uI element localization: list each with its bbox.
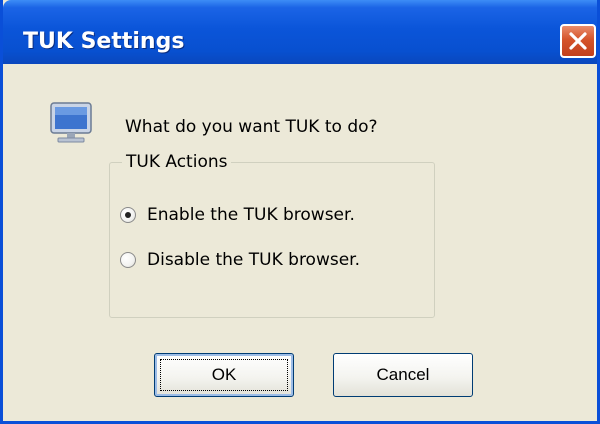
tuk-actions-group: TUK Actions Enable the TUK browser. Disa… xyxy=(109,151,435,318)
title-bar[interactable]: TUK Settings xyxy=(3,0,597,64)
group-label: TUK Actions xyxy=(122,151,232,173)
radio-label-enable: Enable the TUK browser. xyxy=(147,205,355,225)
radio-button-selected[interactable] xyxy=(120,207,136,223)
prompt-text: What do you want TUK to do? xyxy=(125,117,378,137)
close-icon xyxy=(569,32,587,50)
cancel-button-label: Cancel xyxy=(376,365,430,384)
close-button[interactable] xyxy=(560,24,596,58)
radio-disable-browser[interactable]: Disable the TUK browser. xyxy=(120,250,360,270)
settings-dialog: TUK Settings What do you want TUK to do?… xyxy=(0,0,600,424)
radio-dot xyxy=(125,212,131,218)
focus-rectangle xyxy=(160,359,288,391)
monitor-icon xyxy=(50,102,92,143)
radio-button-unselected[interactable] xyxy=(120,252,136,268)
radio-enable-browser[interactable]: Enable the TUK browser. xyxy=(120,205,355,225)
cancel-button[interactable]: Cancel xyxy=(333,353,473,397)
window-title: TUK Settings xyxy=(23,29,185,54)
dialog-content: What do you want TUK to do? TUK Actions … xyxy=(3,64,597,421)
radio-label-disable: Disable the TUK browser. xyxy=(147,250,361,270)
ok-button[interactable]: OK xyxy=(154,353,294,397)
